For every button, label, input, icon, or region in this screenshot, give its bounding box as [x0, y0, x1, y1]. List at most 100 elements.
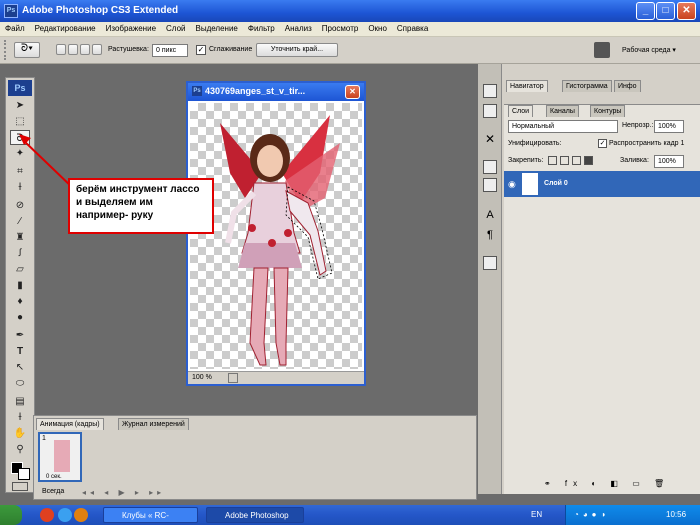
- blend-mode-select[interactable]: Нормальный: [508, 120, 618, 133]
- gradient-tool-icon[interactable]: ▮: [10, 278, 30, 293]
- type-tool-icon[interactable]: T: [10, 344, 30, 359]
- add-selection-icon[interactable]: [68, 44, 78, 55]
- history-brush-icon[interactable]: ꭍ: [10, 246, 30, 261]
- playback-controls[interactable]: ◂◂ ◂ ▶ ▸ ▸▸: [82, 488, 165, 497]
- lock-position-icon[interactable]: [572, 156, 581, 165]
- menu-help[interactable]: Справка: [392, 22, 433, 33]
- tools-preset-icon[interactable]: ✕: [483, 132, 497, 146]
- menu-view[interactable]: Просмотр: [317, 22, 364, 33]
- hand-tool-icon[interactable]: ✋: [10, 426, 30, 441]
- eraser-tool-icon[interactable]: ▱: [10, 262, 30, 277]
- loop-select[interactable]: Всегда: [42, 488, 64, 495]
- minimize-icon[interactable]: _: [636, 2, 655, 20]
- document-canvas[interactable]: [190, 103, 362, 369]
- lock-transparent-icon[interactable]: [548, 156, 557, 165]
- menu-analysis[interactable]: Анализ: [280, 22, 317, 33]
- animation-frame[interactable]: 1 0 сек.: [38, 432, 82, 482]
- task-photoshop[interactable]: Adobe Photoshop CS...: [206, 507, 304, 523]
- intersect-selection-icon[interactable]: [92, 44, 102, 55]
- firefox-icon[interactable]: [74, 508, 88, 522]
- marquee-tool-icon[interactable]: ⬚: [10, 114, 30, 129]
- panel-icon-strip: ✕ A ¶: [478, 64, 502, 494]
- notes-tool-icon[interactable]: ▤: [10, 394, 30, 409]
- blur-tool-icon[interactable]: ♦: [10, 294, 30, 309]
- layer-visibility-icon[interactable]: ◉: [508, 179, 516, 190]
- refine-edge-button[interactable]: Уточнить край...: [256, 43, 338, 57]
- opacity-input[interactable]: 100%: [654, 120, 684, 133]
- close-icon[interactable]: ✕: [677, 2, 696, 20]
- frame-number: 1: [42, 435, 46, 442]
- healing-tool-icon[interactable]: ⊘: [10, 198, 30, 213]
- lasso-preset-icon[interactable]: ᘐ▾: [14, 42, 40, 58]
- layer-actions-bar[interactable]: ⚭ fx ◐ ◧ ▭ 🗑: [544, 479, 694, 491]
- menu-file[interactable]: Файл: [0, 22, 30, 33]
- feather-label: Растушевка:: [108, 46, 149, 53]
- paragraph-panel-icon[interactable]: ¶: [483, 228, 497, 242]
- menu-edit[interactable]: Редактирование: [30, 22, 101, 33]
- system-tray: EN ◔◕●◑ 10:56: [531, 505, 700, 525]
- task-browser[interactable]: Клубы « RC-MIR.co...: [103, 507, 198, 523]
- lock-image-icon[interactable]: [560, 156, 569, 165]
- tab-histogram[interactable]: Гистограмма: [562, 80, 612, 92]
- tab-animation-frames[interactable]: Анимация (кадры): [36, 418, 104, 430]
- subtract-selection-icon[interactable]: [80, 44, 90, 55]
- start-button[interactable]: [0, 505, 22, 525]
- pen-tool-icon[interactable]: ✒: [10, 328, 30, 343]
- window-title-bar[interactable]: Ps Adobe Photoshop CS3 Extended _ □ ✕: [0, 0, 700, 22]
- ie-icon[interactable]: [58, 508, 72, 522]
- tab-measurement-log[interactable]: Журнал измерений: [118, 418, 189, 430]
- clone-source-icon[interactable]: [483, 178, 497, 192]
- options-grip[interactable]: [4, 40, 10, 60]
- path-select-icon[interactable]: ↖: [10, 360, 30, 375]
- brushes-panel-icon[interactable]: [483, 160, 497, 174]
- status-menu-icon[interactable]: [228, 373, 238, 383]
- tab-layers[interactable]: Слои: [508, 105, 534, 117]
- document-close-icon[interactable]: ✕: [345, 85, 360, 99]
- dodge-tool-icon[interactable]: ●: [10, 310, 30, 325]
- background-color-swatch[interactable]: [18, 468, 30, 480]
- opacity-label: Непрозр.:: [622, 122, 654, 129]
- workspace-icon[interactable]: [594, 42, 610, 58]
- layer-comps-icon[interactable]: [483, 256, 497, 270]
- layer-name: Слой 0: [544, 180, 568, 187]
- brush-tool-icon[interactable]: ∕: [10, 214, 30, 229]
- lock-all-icon[interactable]: [584, 156, 593, 165]
- new-selection-icon[interactable]: [56, 44, 66, 55]
- frame-delay[interactable]: 0 сек.: [46, 474, 62, 480]
- photoshop-app-icon: Ps: [4, 4, 18, 18]
- character-panel-icon[interactable]: A: [483, 208, 497, 222]
- tray-icons[interactable]: ◔◕●◑: [574, 510, 609, 519]
- language-indicator[interactable]: EN: [531, 510, 542, 519]
- menu-filter[interactable]: Фильтр: [243, 22, 280, 33]
- zoom-level[interactable]: 100 %: [192, 374, 212, 381]
- actions-panel-icon[interactable]: [483, 104, 497, 118]
- document-status-bar: 100 %: [188, 371, 364, 384]
- menu-select[interactable]: Выделение: [190, 22, 242, 33]
- shape-tool-icon[interactable]: ⬭: [10, 376, 30, 391]
- window-title: Adobe Photoshop CS3 Extended: [22, 5, 179, 16]
- eyedropper-3d-icon[interactable]: ɫ: [10, 410, 30, 425]
- fill-input[interactable]: 100%: [654, 155, 684, 168]
- quick-mask-icon[interactable]: [12, 482, 28, 491]
- tab-info[interactable]: Инфо: [614, 80, 641, 92]
- menu-image[interactable]: Изображение: [101, 22, 161, 33]
- feather-input[interactable]: 0 пикс: [152, 44, 188, 57]
- menu-bar: Файл Редактирование Изображение Слой Выд…: [0, 22, 700, 37]
- zoom-tool-icon[interactable]: ⚲: [10, 442, 30, 457]
- maximize-icon[interactable]: □: [656, 2, 675, 20]
- tab-paths[interactable]: Контуры: [590, 105, 626, 117]
- propagate-checkbox[interactable]: ✓: [598, 139, 607, 148]
- layer-row-selected[interactable]: ◉ Слой 0: [504, 171, 700, 197]
- menu-window[interactable]: Окно: [363, 22, 392, 33]
- tab-channels[interactable]: Каналы: [546, 105, 579, 117]
- frame-thumbnail: [54, 440, 70, 472]
- document-title-bar[interactable]: Ps 430769anges_st_v_tir... ✕: [188, 83, 364, 101]
- opera-icon[interactable]: [40, 508, 54, 522]
- tab-navigator[interactable]: Навигатор: [506, 80, 548, 92]
- menu-layer[interactable]: Слой: [161, 22, 190, 33]
- workspace-menu[interactable]: Рабочая среда ▾: [622, 46, 676, 54]
- antialias-checkbox[interactable]: ✓: [196, 45, 206, 55]
- history-panel-icon[interactable]: [483, 84, 497, 98]
- move-tool-icon[interactable]: ➤: [10, 98, 30, 113]
- stamp-tool-icon[interactable]: ♜: [10, 230, 30, 245]
